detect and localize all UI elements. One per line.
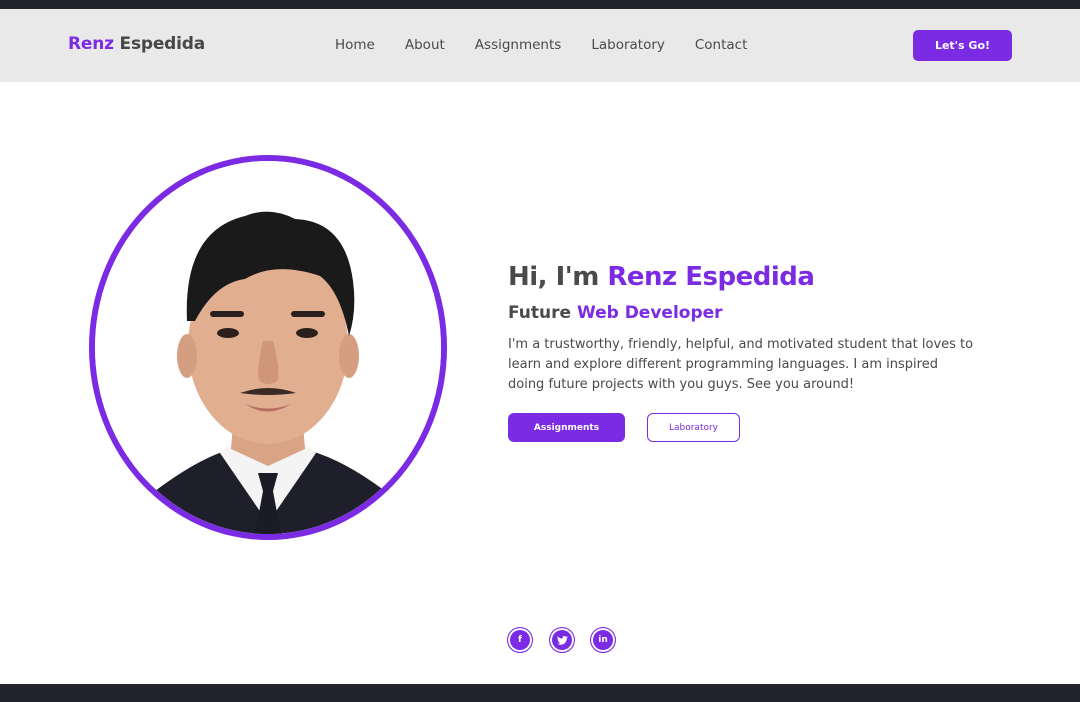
assignments-button[interactable]: Assignments — [508, 413, 625, 442]
nav-link-laboratory[interactable]: Laboratory — [591, 37, 665, 53]
hero-subtitle: Future Web Developer — [508, 303, 723, 323]
brand-logo[interactable]: Renz Espedida — [68, 34, 205, 54]
brand-first-name: Renz — [68, 34, 114, 54]
footer-bar — [0, 684, 1080, 702]
nav-menu: Home About Assignments Laboratory Contac… — [335, 37, 747, 53]
nav-link-home[interactable]: Home — [335, 37, 375, 53]
linkedin-icon[interactable]: in — [590, 627, 616, 653]
twitter-icon[interactable] — [549, 627, 575, 653]
hero-subtitle-role: Web Developer — [576, 303, 723, 323]
navbar: Renz Espedida Home About Assignments Lab… — [0, 9, 1080, 82]
nav-link-assignments[interactable]: Assignments — [475, 37, 562, 53]
facebook-icon[interactable]: f — [507, 627, 533, 653]
twitter-bird-glyph — [556, 635, 568, 645]
facebook-glyph: f — [518, 635, 522, 645]
brand-last-name: Espedida — [119, 34, 206, 54]
linkedin-glyph: in — [598, 635, 608, 645]
nav-link-contact[interactable]: Contact — [695, 37, 748, 53]
hero-greeting: Hi, I'm — [508, 262, 608, 292]
hero-subtitle-prefix: Future — [508, 303, 577, 323]
laboratory-button[interactable]: Laboratory — [647, 413, 740, 442]
top-bar — [0, 0, 1080, 9]
person-portrait-illustration — [95, 161, 441, 534]
hero-name: Renz Espedida — [607, 262, 815, 292]
hero-title: Hi, I'm Renz Espedida — [508, 262, 815, 292]
hero-description: I'm a trustworthy, friendly, helpful, an… — [508, 337, 974, 392]
lets-go-button[interactable]: Let's Go! — [913, 30, 1012, 61]
profile-photo — [89, 155, 447, 540]
nav-link-about[interactable]: About — [405, 37, 445, 53]
